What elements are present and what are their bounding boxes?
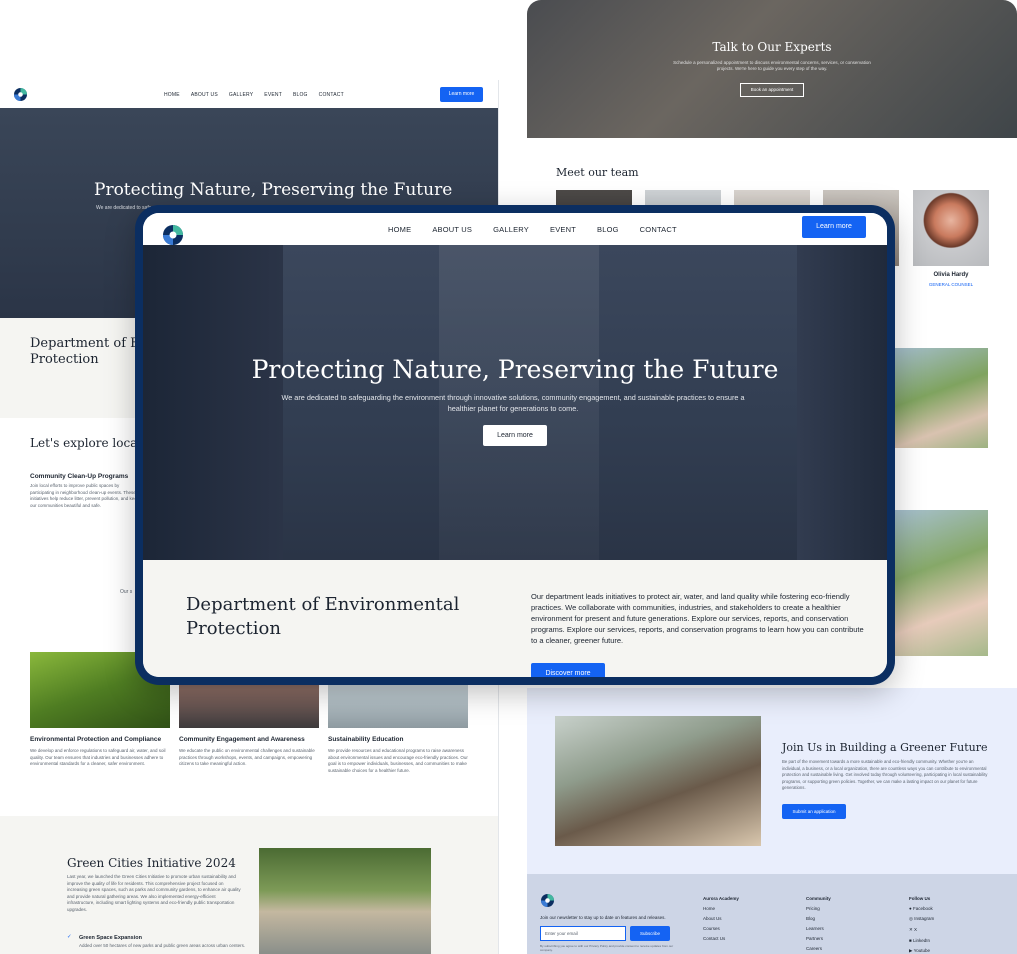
join-text: Be part of the movement towards a more s… — [782, 759, 988, 790]
nav-gallery[interactable]: GALLERY — [229, 92, 253, 98]
tablet-frame: HOME ABOUT US GALLERY EVENT BLOG CONTACT… — [135, 205, 895, 685]
newsletter-text: Join our newsletter to stay up to date o… — [540, 915, 666, 920]
team-member-photo-olivia — [913, 190, 989, 266]
nav-home[interactable]: HOME — [388, 225, 411, 234]
hero-title: Protecting Nature, Preserving the Future — [251, 355, 779, 384]
tablet-screen: HOME ABOUT US GALLERY EVENT BLOG CONTACT… — [143, 213, 887, 677]
footer-link[interactable]: Careers — [806, 946, 831, 951]
building-silhouette — [797, 245, 887, 560]
learn-more-button[interactable]: Learn more — [802, 216, 866, 238]
join-title: Join Us in Building a Greener Future — [782, 741, 988, 754]
footer-link[interactable]: Courses — [703, 926, 739, 931]
footer-fine-print: By subscribing you agree to with our Pri… — [540, 944, 674, 952]
experts-title: Talk to Our Experts — [712, 40, 832, 54]
team-member-role: GENERAL COUNSEL — [928, 282, 974, 287]
check-icon: ✓ — [67, 934, 72, 940]
left-navbar: HOME ABOUT US GALLERY EVENT BLOG CONTACT… — [0, 80, 498, 108]
building-silhouette — [143, 245, 283, 560]
footer-col-title: Aurora Academy — [703, 896, 739, 901]
department-text: Our department leads initiatives to prot… — [531, 592, 864, 645]
experts-banner: Talk to Our Experts Schedule a personali… — [527, 0, 1017, 138]
event-photo — [887, 348, 988, 448]
footer-col-title: Follow Us — [909, 896, 931, 901]
nav-home[interactable]: HOME — [164, 92, 180, 98]
footer-link[interactable]: Contact Us — [703, 936, 739, 941]
left-nav-menu: HOME ABOUT US GALLERY EVENT BLOG CONTACT — [164, 92, 344, 98]
nav-event[interactable]: EVENT — [550, 225, 576, 234]
green-building-image — [259, 848, 431, 954]
logo-icon — [14, 88, 27, 101]
x-link[interactable]: ✕ X — [909, 927, 934, 933]
card-title-3: Sustainability Education — [328, 736, 404, 743]
linkedin-link[interactable]: ■ LinkedIn — [909, 938, 934, 943]
nav-about[interactable]: ABOUT US — [191, 92, 218, 98]
green-check-text: Added over 50 hectares of new parks and … — [79, 943, 246, 948]
footer-col-aurora: Aurora Academy Home About Us Courses Con… — [703, 896, 739, 946]
card-title-1: Environmental Protection and Compliance — [30, 736, 162, 743]
footer-col-title: Community — [806, 896, 831, 901]
green-check-title: Green Space Expansion — [79, 935, 142, 941]
program-title: Community Clean-Up Programs — [30, 473, 129, 480]
nav-blog[interactable]: BLOG — [597, 225, 619, 234]
green-text: Last year, we launched the Green Cities … — [67, 874, 241, 912]
green-title: Green Cities Initiative 2024 — [67, 856, 236, 870]
footer-logo-icon — [541, 894, 554, 907]
footer-col-community: Community Pricing Blog Learners Partners… — [806, 896, 831, 954]
card-text-3: We provide resources and educational pro… — [328, 748, 468, 773]
card-text-2: We educate the public on environmental c… — [179, 748, 315, 766]
hero: Protecting Nature, Preserving the Future… — [143, 245, 887, 560]
footer: Join our newsletter to stay up to date o… — [527, 874, 1017, 954]
subscribe-button[interactable]: Subscribe — [630, 926, 670, 941]
footer-col-follow: Follow Us ● Facebook ◎ Instagram ✕ X ■ L… — [909, 896, 934, 954]
nav-blog[interactable]: BLOG — [293, 92, 308, 98]
department-section: Department of Environmental Protection O… — [143, 560, 887, 677]
left-dept-title: Department of En Protection — [30, 336, 149, 367]
our-snippet: Our s — [120, 589, 133, 595]
instagram-link[interactable]: ◎ Instagram — [909, 916, 934, 922]
footer-link[interactable]: Learners — [806, 926, 831, 931]
nav-contact[interactable]: CONTACT — [319, 92, 344, 98]
youtube-link[interactable]: ▶ Youtube — [909, 948, 934, 954]
footer-link[interactable]: About Us — [703, 916, 739, 921]
join-meeting-image — [555, 716, 761, 846]
book-appointment-button[interactable]: Book an appointment — [740, 83, 804, 97]
facebook-link[interactable]: ● Facebook — [909, 906, 934, 911]
team-heading: Meet our team — [556, 166, 639, 179]
nav-gallery[interactable]: GALLERY — [493, 225, 529, 234]
team-member-name: Olivia Hardy — [933, 272, 969, 278]
green-cities-section: Green Cities Initiative 2024 Last year, … — [0, 816, 498, 954]
program-text: Join local efforts to improve public spa… — [30, 483, 140, 508]
nav-contact[interactable]: CONTACT — [640, 225, 677, 234]
footer-link[interactable]: Pricing — [806, 906, 831, 911]
hero-subtitle: We are dedicated to safeguarding the env… — [281, 393, 745, 413]
submit-application-button[interactable]: Submit an application — [782, 804, 846, 819]
experts-text: Schedule a personalized appointment to d… — [673, 60, 871, 71]
hero-learn-more-button[interactable]: Learn more — [483, 425, 547, 446]
left-learn-more-button[interactable]: Learn more — [440, 87, 483, 102]
card-text-1: We develop and enforce regulations to sa… — [30, 748, 166, 766]
footer-link[interactable]: Blog — [806, 916, 831, 921]
email-input[interactable]: Enter your email — [540, 926, 626, 941]
left-hero-title: Protecting Nature, Preserving the Future — [94, 180, 453, 200]
department-title: Department of Environmental Protection — [186, 594, 460, 639]
footer-link[interactable]: Home — [703, 906, 739, 911]
footer-link[interactable]: Partners — [806, 936, 831, 941]
join-section: Join Us in Building a Greener Future Be … — [527, 688, 1017, 874]
event-photo — [887, 510, 988, 656]
nav-event[interactable]: EVENT — [264, 92, 282, 98]
nav-menu: HOME ABOUT US GALLERY EVENT BLOG CONTACT — [388, 225, 677, 234]
card-title-2: Community Engagement and Awareness — [179, 736, 305, 743]
logo-icon[interactable] — [163, 225, 183, 245]
discover-more-button[interactable]: Discover more — [531, 663, 605, 677]
nav-about[interactable]: ABOUT US — [432, 225, 472, 234]
